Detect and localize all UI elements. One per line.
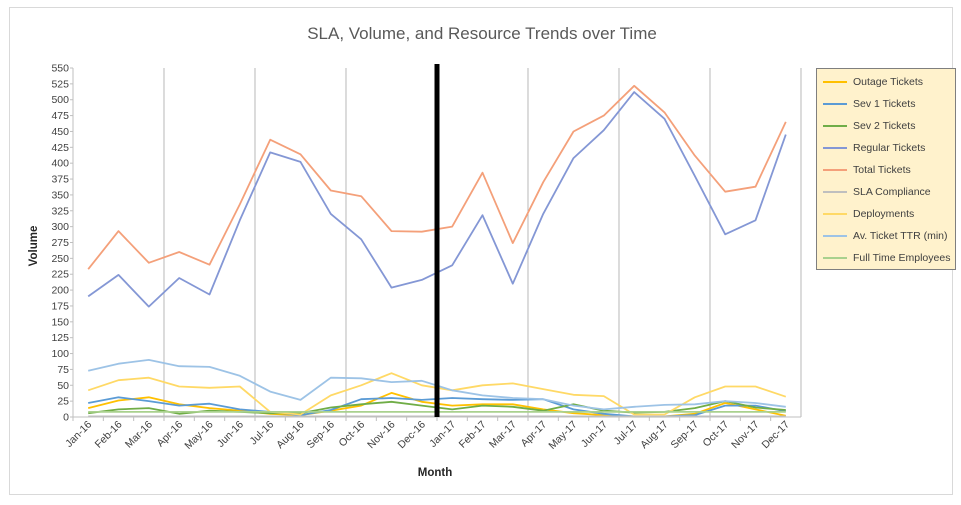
- y-tick-label: 300: [51, 221, 69, 233]
- x-tick-label: Mar-16: [123, 419, 155, 451]
- x-tick-label: Feb-17: [457, 419, 489, 451]
- x-tick-label: Feb-16: [93, 419, 125, 451]
- y-tick-label: 275: [51, 237, 69, 249]
- x-tick-label: Dec-16: [396, 419, 429, 452]
- y-tick-label: 475: [51, 110, 69, 122]
- y-tick-label: 425: [51, 142, 69, 154]
- legend-item-av-ticket-ttr-min: Av. Ticket TTR (min): [823, 227, 948, 245]
- y-tick-label: 25: [57, 396, 69, 408]
- y-tick-label: 175: [51, 300, 69, 312]
- legend-swatch: [823, 213, 847, 215]
- legend-item-regular-tickets: Regular Tickets: [823, 139, 925, 157]
- x-tick-label: Aug-17: [638, 419, 671, 452]
- legend-label: SLA Compliance: [853, 186, 931, 198]
- y-tick-label: 75: [57, 364, 69, 376]
- chart-canvas: SLA, Volume, and Resource Trends over Ti…: [28, 24, 802, 479]
- x-tick-label: Oct-17: [701, 419, 732, 450]
- legend-swatch: [823, 191, 847, 193]
- legend-item-sev-1-tickets: Sev 1 Tickets: [823, 95, 915, 113]
- x-tick-label: Apr-17: [519, 419, 550, 450]
- x-tick-label: Jun-17: [579, 419, 610, 450]
- legend-item-deployments: Deployments: [823, 205, 914, 223]
- legend-label: Sev 2 Tickets: [853, 120, 916, 132]
- y-tick-label: 500: [51, 94, 69, 106]
- y-axis-title: Volume: [28, 226, 40, 267]
- legend-swatch: [823, 169, 847, 171]
- x-tick-label: Nov-17: [729, 419, 762, 452]
- x-tick-label: Apr-16: [155, 419, 186, 450]
- x-tick-label: Mar-17: [487, 419, 519, 451]
- x-tick-label: Oct-16: [337, 419, 368, 450]
- x-tick-label: May-17: [546, 419, 579, 452]
- legend-item-outage-tickets: Outage Tickets: [823, 73, 923, 91]
- y-tick-label: 125: [51, 332, 69, 344]
- legend-label: Total Tickets: [853, 164, 911, 176]
- legend-item-sev-2-tickets: Sev 2 Tickets: [823, 117, 915, 135]
- legend: Outage Tickets Sev 1 Tickets Sev 2 Tickets…: [816, 68, 956, 270]
- y-tick-label: 100: [51, 348, 69, 360]
- x-tick-label: Sep-16: [305, 419, 338, 452]
- y-tick-label: 375: [51, 174, 69, 186]
- legend-swatch: [823, 235, 847, 237]
- y-tick-label: 550: [51, 63, 69, 75]
- x-tick-label: Nov-16: [365, 419, 398, 452]
- y-tick-label: 525: [51, 78, 69, 90]
- legend-label: Av. Ticket TTR (min): [853, 230, 948, 242]
- y-tick-label: 450: [51, 126, 69, 138]
- y-tick-label: 350: [51, 189, 69, 201]
- y-tick-label: 150: [51, 316, 69, 328]
- legend-item-full-time-employees: Full Time Employees: [823, 249, 950, 267]
- y-tick-label: 0: [63, 412, 69, 424]
- x-tick-label: Jul-17: [612, 419, 641, 448]
- x-tick-label: Jun-16: [215, 419, 246, 450]
- x-tick-label: Sep-17: [669, 419, 702, 452]
- legend-label: Full Time Employees: [853, 252, 951, 264]
- y-tick-label: 250: [51, 253, 69, 265]
- y-tick-label: 400: [51, 158, 69, 170]
- legend-swatch: [823, 103, 847, 105]
- legend-label: Outage Tickets: [853, 76, 924, 88]
- y-tick-label: 50: [57, 380, 69, 392]
- legend-swatch: [823, 125, 847, 127]
- y-tick-label: 225: [51, 269, 69, 281]
- y-tick-label: 200: [51, 285, 69, 297]
- legend-swatch: [823, 81, 847, 83]
- legend-swatch: [823, 147, 847, 149]
- legend-label: Sev 1 Tickets: [853, 98, 916, 110]
- y-tick-label: 325: [51, 205, 69, 217]
- x-tick-label: Aug-16: [274, 419, 307, 452]
- legend-label: Regular Tickets: [853, 142, 926, 154]
- chart-frame: SLA, Volume, and Resource Trends over Ti…: [9, 7, 956, 495]
- legend-item-total-tickets: Total Tickets: [823, 161, 911, 179]
- x-tick-label: Jan-17: [427, 419, 458, 450]
- x-tick-label: Jul-16: [248, 419, 277, 448]
- x-tick-label: Dec-17: [760, 419, 793, 452]
- chart-title: SLA, Volume, and Resource Trends over Ti…: [307, 24, 657, 43]
- x-tick-label: May-16: [182, 419, 215, 452]
- legend-item-sla-compliance: SLA Compliance: [823, 183, 931, 201]
- legend-label: Deployments: [853, 208, 915, 220]
- legend-swatch: [823, 257, 847, 259]
- x-axis-title: Month: [418, 467, 452, 479]
